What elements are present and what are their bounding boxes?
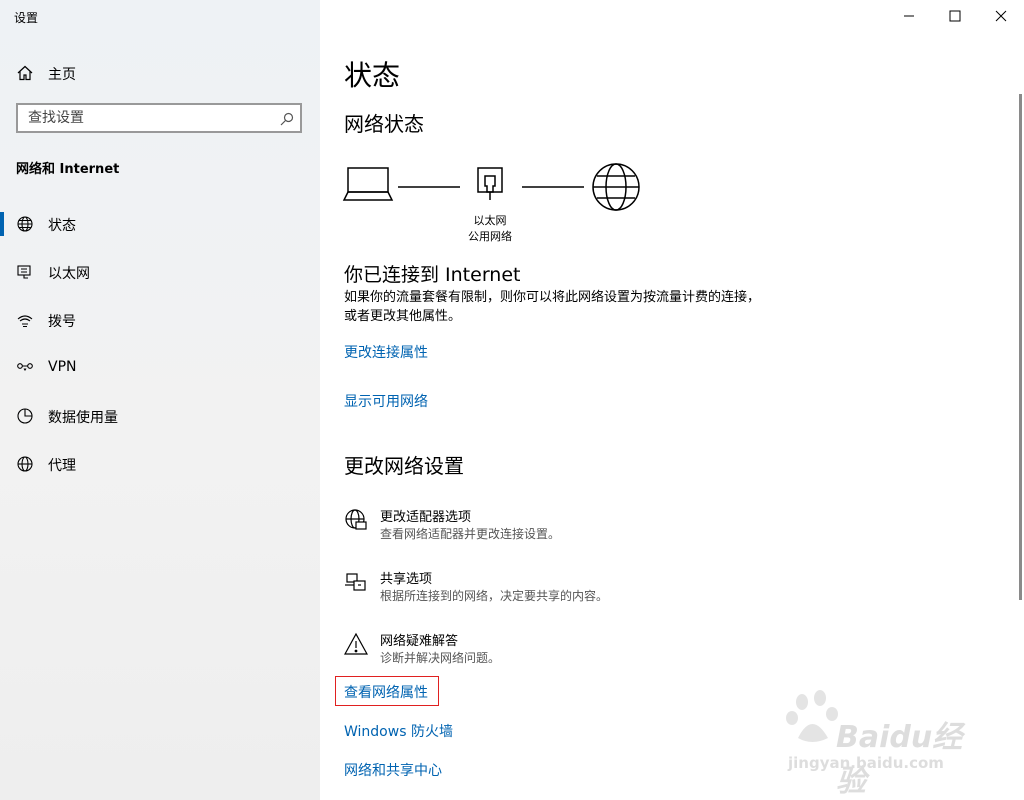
- network-status-heading: 网络状态: [344, 112, 424, 136]
- adapter-icon: [344, 508, 368, 532]
- sidebar-home[interactable]: 主页: [0, 56, 320, 90]
- vpn-icon: [16, 359, 34, 377]
- internet-globe-icon: [592, 163, 640, 211]
- scrollbar[interactable]: [1019, 94, 1022, 600]
- sidebar-section-title: 网络和 Internet: [16, 162, 120, 177]
- sidebar-item-label: VPN: [48, 359, 77, 375]
- sidebar-item-label: 状态: [48, 218, 76, 234]
- sidebar-item-label: 拨号: [48, 314, 76, 330]
- windows-firewall-link[interactable]: Windows 防火墙: [344, 721, 453, 741]
- diagram-network-label: 公用网络: [468, 230, 512, 243]
- search-input[interactable]: [18, 105, 278, 131]
- ethernet-icon: [477, 167, 503, 200]
- sidebar-item-label: 以太网: [48, 266, 90, 282]
- home-icon: [16, 64, 34, 82]
- highlight-box: [335, 676, 439, 706]
- setting-sharing-options[interactable]: 共享选项 根据所连接到的网络，决定要共享的内容。: [344, 568, 744, 612]
- setting-title: 网络疑难解答: [380, 634, 459, 649]
- setting-subtitle: 诊断并解决网络问题。: [380, 651, 501, 665]
- laptop-icon: [342, 167, 394, 201]
- globe-icon: [16, 215, 34, 233]
- change-connection-properties-link[interactable]: 更改连接属性: [344, 342, 428, 362]
- sidebar-item-dialup[interactable]: 拨号: [0, 300, 320, 340]
- setting-subtitle: 根据所连接到的网络，决定要共享的内容。: [380, 589, 609, 603]
- show-available-networks-link[interactable]: 显示可用网络: [344, 391, 428, 411]
- search-icon[interactable]: [280, 111, 294, 126]
- sidebar-item-data-usage[interactable]: 数据使用量: [0, 396, 320, 436]
- globe-icon: [16, 455, 34, 473]
- sidebar-item-ethernet[interactable]: 以太网: [0, 252, 320, 292]
- network-sharing-center-link[interactable]: 网络和共享中心: [344, 760, 442, 780]
- sidebar-item-label: 数据使用量: [48, 410, 118, 426]
- sidebar-item-label: 代理: [48, 458, 76, 474]
- page-title: 状态: [344, 59, 401, 92]
- setting-title: 共享选项: [380, 572, 433, 587]
- sidebar-item-vpn[interactable]: VPN: [0, 348, 320, 388]
- watermark: Baidu经验 jingyan.baidu.com: [784, 688, 984, 799]
- change-network-settings-heading: 更改网络设置: [344, 454, 464, 478]
- setting-subtitle: 查看网络适配器并更改连接设置。: [380, 527, 561, 541]
- sidebar-home-label: 主页: [48, 67, 76, 83]
- data-usage-icon: [16, 407, 34, 425]
- watermark-url: jingyan.baidu.com: [788, 754, 944, 772]
- setting-change-adapter-options[interactable]: 更改适配器选项 查看网络适配器并更改连接设置。: [344, 506, 744, 550]
- baidu-paw-icon: [786, 690, 838, 742]
- window-title: 设置: [14, 11, 39, 25]
- sharing-icon: [344, 570, 368, 594]
- sidebar-item-status[interactable]: 状态: [0, 204, 320, 244]
- setting-network-troubleshooter[interactable]: 网络疑难解答 诊断并解决网络问题。: [343, 630, 744, 674]
- warning-icon: [343, 632, 369, 656]
- ethernet-icon: [16, 263, 34, 281]
- search-box[interactable]: [16, 103, 302, 133]
- diagram-device-label: 以太网: [473, 214, 507, 227]
- setting-title: 更改适配器选项: [380, 510, 472, 525]
- network-diagram: 以太网 公用网络: [342, 160, 642, 250]
- sidebar-item-proxy[interactable]: 代理: [0, 444, 320, 484]
- connected-title: 你已连接到 Internet: [344, 264, 521, 286]
- connected-description: 如果你的流量套餐有限制，则你可以将此网络设置为按流量计费的连接，或者更改其他属性…: [344, 290, 761, 324]
- dialup-icon: [16, 311, 34, 329]
- sidebar: 设置 主页 网络和 Internet 状态 以: [0, 0, 320, 800]
